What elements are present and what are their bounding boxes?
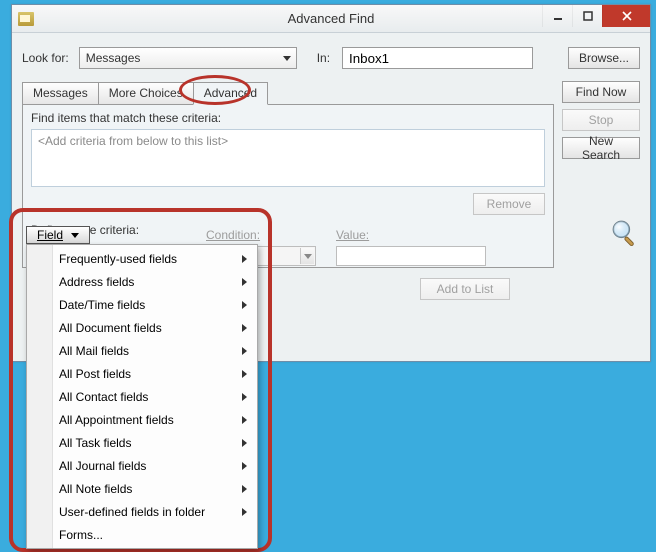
browse-button[interactable]: Browse... [568, 47, 640, 69]
field-menu: Frequently-used fields Address fields Da… [26, 244, 258, 549]
menu-item-contact[interactable]: All Contact fields [29, 385, 255, 408]
criteria-list[interactable]: <Add criteria from below to this list> [31, 129, 545, 187]
find-now-button[interactable]: Find Now [562, 81, 640, 103]
close-button[interactable] [602, 5, 650, 27]
menu-item-address[interactable]: Address fields [29, 270, 255, 293]
titlebar[interactable]: Advanced Find [12, 5, 650, 33]
submenu-arrow-icon [242, 301, 247, 309]
submenu-arrow-icon [242, 347, 247, 355]
menu-item-frequently-used[interactable]: Frequently-used fields [29, 247, 255, 270]
submenu-arrow-icon [242, 439, 247, 447]
chevron-down-icon [300, 248, 314, 264]
menu-item-mail[interactable]: All Mail fields [29, 339, 255, 362]
tab-messages[interactable]: Messages [22, 82, 99, 105]
menu-item-task[interactable]: All Task fields [29, 431, 255, 454]
submenu-arrow-icon [242, 278, 247, 286]
menu-item-appointment[interactable]: All Appointment fields [29, 408, 255, 431]
criteria-placeholder: <Add criteria from below to this list> [38, 134, 228, 148]
in-label: In: [317, 51, 330, 65]
in-input[interactable] [342, 47, 533, 69]
search-icon [610, 218, 638, 251]
app-icon [18, 12, 34, 26]
value-label: Value: [336, 228, 486, 242]
tab-advanced[interactable]: Advanced [193, 82, 268, 105]
field-button-label: Field [37, 228, 63, 242]
new-search-button[interactable]: New Search [562, 137, 640, 159]
look-for-combo[interactable]: Messages [79, 47, 297, 69]
add-to-list-button: Add to List [420, 278, 510, 300]
submenu-arrow-icon [242, 324, 247, 332]
submenu-arrow-icon [242, 416, 247, 424]
look-for-value: Messages [86, 51, 141, 65]
maximize-button[interactable] [572, 5, 602, 27]
submenu-arrow-icon [242, 393, 247, 401]
menu-item-post[interactable]: All Post fields [29, 362, 255, 385]
submenu-arrow-icon [242, 508, 247, 516]
menu-item-document[interactable]: All Document fields [29, 316, 255, 339]
value-input[interactable] [336, 246, 486, 266]
menu-item-user-defined[interactable]: User-defined fields in folder [29, 500, 255, 523]
menu-item-datetime[interactable]: Date/Time fields [29, 293, 255, 316]
submenu-arrow-icon [242, 485, 247, 493]
submenu-arrow-icon [242, 462, 247, 470]
tab-more-choices[interactable]: More Choices [98, 82, 194, 105]
submenu-arrow-icon [242, 370, 247, 378]
remove-button: Remove [473, 193, 545, 215]
condition-label: Condition: [206, 228, 316, 242]
stop-button: Stop [562, 109, 640, 131]
chevron-down-icon [280, 48, 294, 68]
panel-heading: Find items that match these criteria: [31, 111, 545, 125]
menu-item-note[interactable]: All Note fields [29, 477, 255, 500]
tabs-row: Messages More Choices Advanced [22, 81, 554, 104]
field-button[interactable]: Field [26, 226, 90, 244]
look-for-label: Look for: [22, 51, 69, 65]
menu-item-forms[interactable]: Forms... [29, 523, 255, 546]
submenu-arrow-icon [242, 255, 247, 263]
minimize-button[interactable] [542, 5, 572, 27]
menu-item-journal[interactable]: All Journal fields [29, 454, 255, 477]
